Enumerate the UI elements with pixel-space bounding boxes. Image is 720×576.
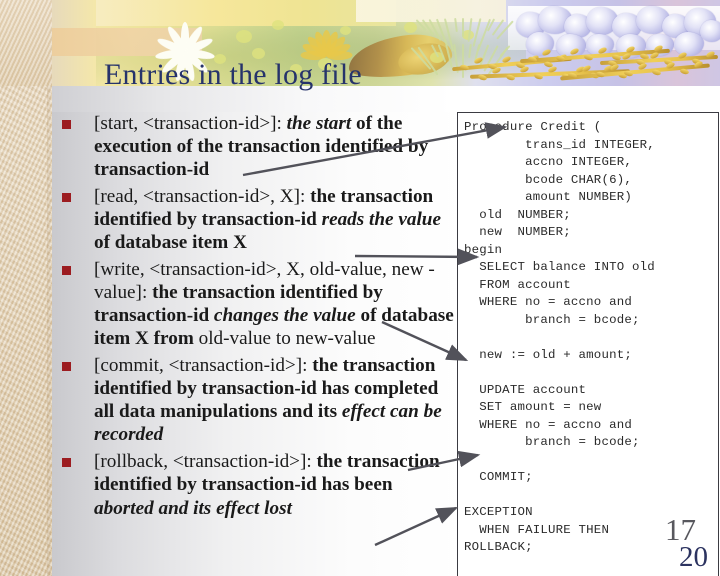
green-frond-icon <box>462 18 464 37</box>
bullet-item-label: [start, <transaction-id>]: the start of … <box>94 112 454 181</box>
code-panel: Procedure Credit ( trans_id INTEGER, acc… <box>457 112 719 576</box>
page-title: Entries in the log file <box>104 58 362 91</box>
bullet-text-run: reads the value <box>321 209 441 231</box>
bullet-text-run: of database item X <box>94 232 247 254</box>
bullet-item-label: [read, <transaction-id>, X]: the transac… <box>94 185 454 254</box>
bullet-square-icon <box>62 193 71 203</box>
slide-total-number: 20 <box>679 541 708 573</box>
code-panel-right-border <box>717 113 719 576</box>
hydrangea-petal-icon <box>674 32 704 56</box>
bullet-square-icon <box>62 362 71 372</box>
bullet-square-icon <box>62 120 71 129</box>
banner-yellow-band <box>96 0 396 26</box>
banner-cream-band <box>356 0 506 22</box>
bullet-text-run: [rollback, <transaction-id>]: <box>94 451 317 473</box>
bullet-text-run: changes the value <box>213 305 356 327</box>
green-bud-icon <box>404 22 417 33</box>
bullet-square-icon <box>62 458 71 468</box>
bullet-square-icon <box>62 266 71 276</box>
bullet-text-run: [read, <transaction-id>, X]: <box>94 186 311 208</box>
green-bud-icon <box>236 30 252 43</box>
bullet-item-start: [start, <transaction-id>]: the start of … <box>62 112 454 181</box>
bullet-item-read: [read, <transaction-id>, X]: the transac… <box>62 185 454 254</box>
green-bud-icon <box>272 20 284 30</box>
left-texture-strip <box>0 0 52 576</box>
bullet-text-run: [commit, <transaction-id>]: <box>94 355 313 377</box>
bullet-text-run: aborted and its effect lost <box>94 497 292 519</box>
bullet-text-run: old-value to new-value <box>198 328 376 350</box>
bullet-text-run: the start <box>286 113 352 134</box>
banner-left-texture <box>0 0 52 86</box>
green-frond-icon <box>462 44 464 78</box>
bullet-item-label: [rollback, <transaction-id>]: the transa… <box>94 450 454 519</box>
bullet-text-run: [start, <transaction-id>]: <box>94 113 287 134</box>
bullet-list: [start, <transaction-id>]: the start of … <box>62 112 454 524</box>
bullet-item-label: [write, <transaction-id>, X, old-value, … <box>94 258 454 350</box>
bullet-item-write: [write, <transaction-id>, X, old-value, … <box>62 258 454 350</box>
bullet-item-rollback: [rollback, <transaction-id>]: the transa… <box>62 450 454 519</box>
code-panel-source: Procedure Credit ( trans_id INTEGER, acc… <box>464 120 655 576</box>
hydrangea-petal-icon <box>700 20 720 42</box>
green-bud-icon <box>340 26 351 35</box>
bullet-item-label: [commit, <transaction-id>]: the transact… <box>94 354 454 446</box>
bullet-item-commit: [commit, <transaction-id>]: the transact… <box>62 354 454 446</box>
slide-canvas: Entries in the log file [start, <transac… <box>0 0 720 576</box>
